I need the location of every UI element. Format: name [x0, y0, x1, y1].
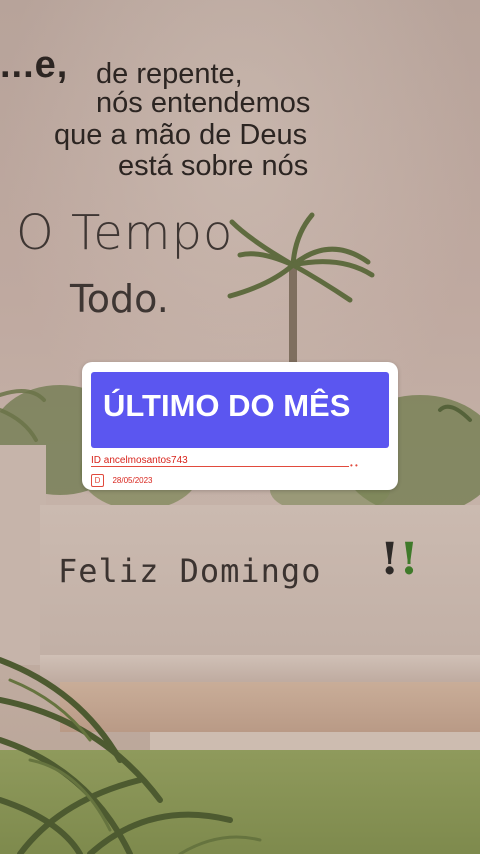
todo-heading: Todo. — [70, 277, 169, 321]
card-date: 28/05/2023 — [112, 476, 153, 486]
card-divider-dots: • • — [350, 461, 358, 470]
quote-line-4: está sobre nós — [118, 150, 309, 182]
quote-line-3: que a mão de Deus — [54, 119, 308, 151]
greeting-text: Feliz Domingo — [58, 552, 322, 590]
quote-ellipsis: ...e, — [0, 44, 69, 86]
overlay-card: ÚLTIMO DO MÊS ID ancelmosantos743 • • D … — [82, 362, 398, 490]
tempo-heading: O Tempo — [16, 205, 234, 261]
card-date-row: D 28/05/2023 — [91, 472, 153, 488]
greeting-exclamation: !! — [380, 534, 419, 585]
user-id-label: ID ancelmosantos743 — [91, 455, 188, 466]
card-divider — [91, 466, 349, 467]
quote-line-2: nós entendemos — [96, 87, 311, 119]
card-title: ÚLTIMO DO MÊS — [103, 388, 351, 423]
card-banner: ÚLTIMO DO MÊS — [91, 372, 389, 448]
d-badge-icon: D — [91, 474, 104, 488]
